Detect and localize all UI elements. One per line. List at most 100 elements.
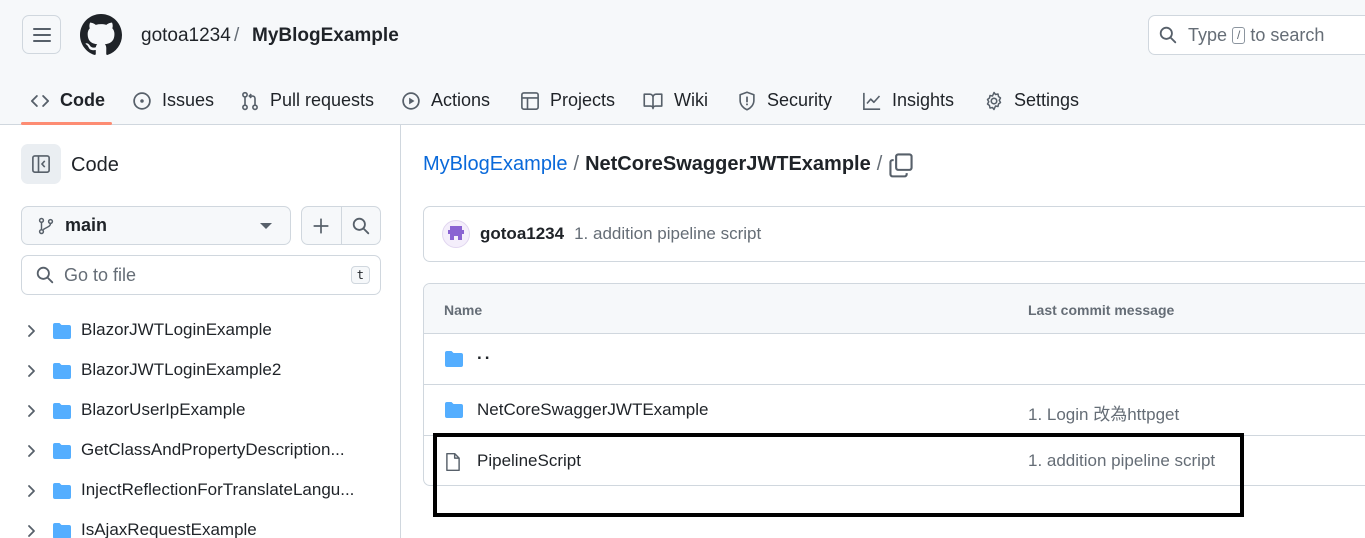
add-file-button[interactable]	[302, 207, 341, 244]
tab-settings[interactable]: Settings	[984, 76, 1079, 125]
search-code-button[interactable]	[340, 207, 380, 244]
file-name-link[interactable]: NetCoreSwaggerJWTExample	[477, 400, 708, 420]
folder-icon	[53, 323, 71, 339]
commit-author-link[interactable]: gotoa1234	[480, 224, 564, 244]
tab-wiki-label: Wiki	[674, 90, 708, 110]
parent-directory-link[interactable]: ..	[477, 344, 492, 364]
pull-request-icon	[242, 91, 258, 110]
global-header: gotoa1234 / MyBlogExample Type / to sear…	[0, 0, 1365, 125]
search-input[interactable]: Type / to search	[1148, 15, 1365, 55]
issue-icon	[133, 91, 151, 110]
go-to-file-shortcut: t	[350, 266, 370, 284]
tree-item-folder[interactable]: BlazorUserIpExample	[0, 391, 400, 431]
tree-item-label: IsAjaxRequestExample	[81, 520, 257, 538]
shield-icon	[739, 90, 755, 111]
chevron-right-icon[interactable]	[27, 404, 37, 418]
branch-name: main	[65, 215, 108, 235]
file-table-header: Name Last commit message	[424, 284, 1365, 334]
tab-code-label: Code	[60, 90, 105, 110]
gear-icon	[986, 91, 1002, 110]
folder-icon	[53, 363, 71, 379]
tab-actions-label: Actions	[431, 90, 491, 110]
tab-settings-label: Settings	[1014, 90, 1080, 110]
file-name-link[interactable]: PipelineScript	[477, 451, 581, 471]
tab-issues-label: Issues	[162, 90, 215, 110]
hamburger-icon	[32, 27, 51, 42]
tree-item-folder[interactable]: GetClassAndPropertyDescription...	[0, 431, 400, 471]
table-row[interactable]: PipelineScript 1. addition pipeline scri…	[424, 436, 1365, 485]
tab-projects-label: Projects	[550, 90, 616, 110]
tab-wiki[interactable]: Wiki	[642, 76, 708, 125]
tree-actions	[301, 206, 381, 245]
column-header-name: Name	[444, 302, 483, 318]
tab-actions[interactable]: Actions	[401, 76, 490, 125]
breadcrumb: MyBlogExample / NetCoreSwaggerJWTExample…	[423, 153, 882, 176]
tab-security-label: Security	[767, 90, 833, 110]
tab-insights[interactable]: Insights	[862, 76, 954, 125]
sidebar-title: Code	[71, 154, 119, 176]
breadcrumb-separator: /	[234, 25, 240, 46]
tree-item-folder[interactable]: BlazorJWTLoginExample	[0, 311, 400, 351]
copy-path-icon[interactable]	[888, 152, 914, 178]
code-icon	[30, 94, 50, 107]
folder-icon	[445, 402, 463, 418]
chevron-right-icon[interactable]	[27, 524, 37, 538]
breadcrumb-separator: /	[573, 153, 580, 175]
folder-icon	[445, 351, 463, 367]
search-placeholder-prefix: Type	[1188, 24, 1228, 45]
go-to-file-placeholder: Go to file	[64, 264, 137, 285]
tree-item-folder[interactable]: IsAjaxRequestExample	[0, 511, 400, 538]
sidebar-collapse-icon	[32, 155, 50, 173]
tab-security[interactable]: Security	[737, 76, 832, 125]
search-icon	[352, 217, 370, 234]
branch-selector[interactable]: main	[21, 206, 291, 245]
tree-item-label: GetClassAndPropertyDescription...	[81, 440, 345, 459]
tab-pull-requests[interactable]: Pull requests	[240, 76, 374, 125]
file-table: Name Last commit message .. NetCoreSwagg…	[423, 283, 1365, 486]
search-icon	[36, 266, 54, 284]
search-placeholder-suffix: to search	[1250, 24, 1325, 45]
tree-item-label: BlazorJWTLoginExample	[81, 320, 272, 339]
table-row[interactable]: NetCoreSwaggerJWTExample 1. Login 改為http…	[424, 385, 1365, 436]
commit-message-link[interactable]: 1. addition pipeline script	[574, 224, 761, 244]
column-header-commit-message: Last commit message	[1028, 302, 1175, 318]
folder-icon	[53, 523, 71, 538]
tab-code[interactable]: Code	[30, 76, 105, 125]
tab-projects[interactable]: Projects	[520, 76, 615, 125]
chevron-right-icon[interactable]	[27, 364, 37, 378]
play-icon	[402, 91, 420, 110]
breadcrumb-repo-link[interactable]: MyBlogExample	[423, 153, 568, 176]
chevron-right-icon[interactable]	[27, 444, 37, 458]
breadcrumb-current-folder: NetCoreSwaggerJWTExample	[585, 153, 871, 175]
file-tree-sidebar: Code main Go to file t BlazorJWTLoginExa…	[0, 125, 401, 538]
file-icon	[446, 452, 460, 472]
menu-button[interactable]	[22, 15, 61, 54]
collapse-sidebar-button[interactable]	[21, 144, 61, 184]
tab-issues[interactable]: Issues	[132, 76, 214, 125]
folder-icon	[53, 483, 71, 499]
tree-item-label: BlazorJWTLoginExample2	[81, 360, 282, 379]
graph-icon	[863, 92, 881, 110]
repo-nav: Code Issues Pull requests Actions Projec…	[0, 76, 1365, 125]
folder-icon	[53, 403, 71, 419]
avatar[interactable]	[442, 220, 470, 248]
commit-message-link[interactable]: 1. addition pipeline script	[1028, 451, 1215, 471]
repo-name-link[interactable]: MyBlogExample	[252, 25, 399, 47]
tree-item-folder[interactable]: BlazorJWTLoginExample2	[0, 351, 400, 391]
repo-owner-link[interactable]: gotoa1234	[141, 25, 231, 47]
breadcrumb-separator: /	[876, 153, 883, 175]
tab-pull-requests-label: Pull requests	[270, 90, 375, 110]
tree-item-folder[interactable]: InjectReflectionForTranslateLangu...	[0, 471, 400, 511]
table-icon	[521, 91, 539, 110]
search-icon	[1159, 26, 1177, 44]
git-branch-icon	[38, 217, 54, 234]
chevron-right-icon[interactable]	[27, 484, 37, 498]
go-to-file-input[interactable]: Go to file t	[21, 255, 381, 295]
commit-message-link[interactable]: 1. Login 改為httpget	[1028, 400, 1179, 425]
chevron-right-icon[interactable]	[27, 324, 37, 338]
github-logo-icon[interactable]	[80, 14, 122, 56]
latest-commit-bar: gotoa1234 1. addition pipeline script	[423, 206, 1365, 262]
tab-insights-label: Insights	[892, 90, 955, 110]
table-row-parent-directory[interactable]: ..	[424, 334, 1365, 385]
plus-icon	[313, 217, 330, 234]
